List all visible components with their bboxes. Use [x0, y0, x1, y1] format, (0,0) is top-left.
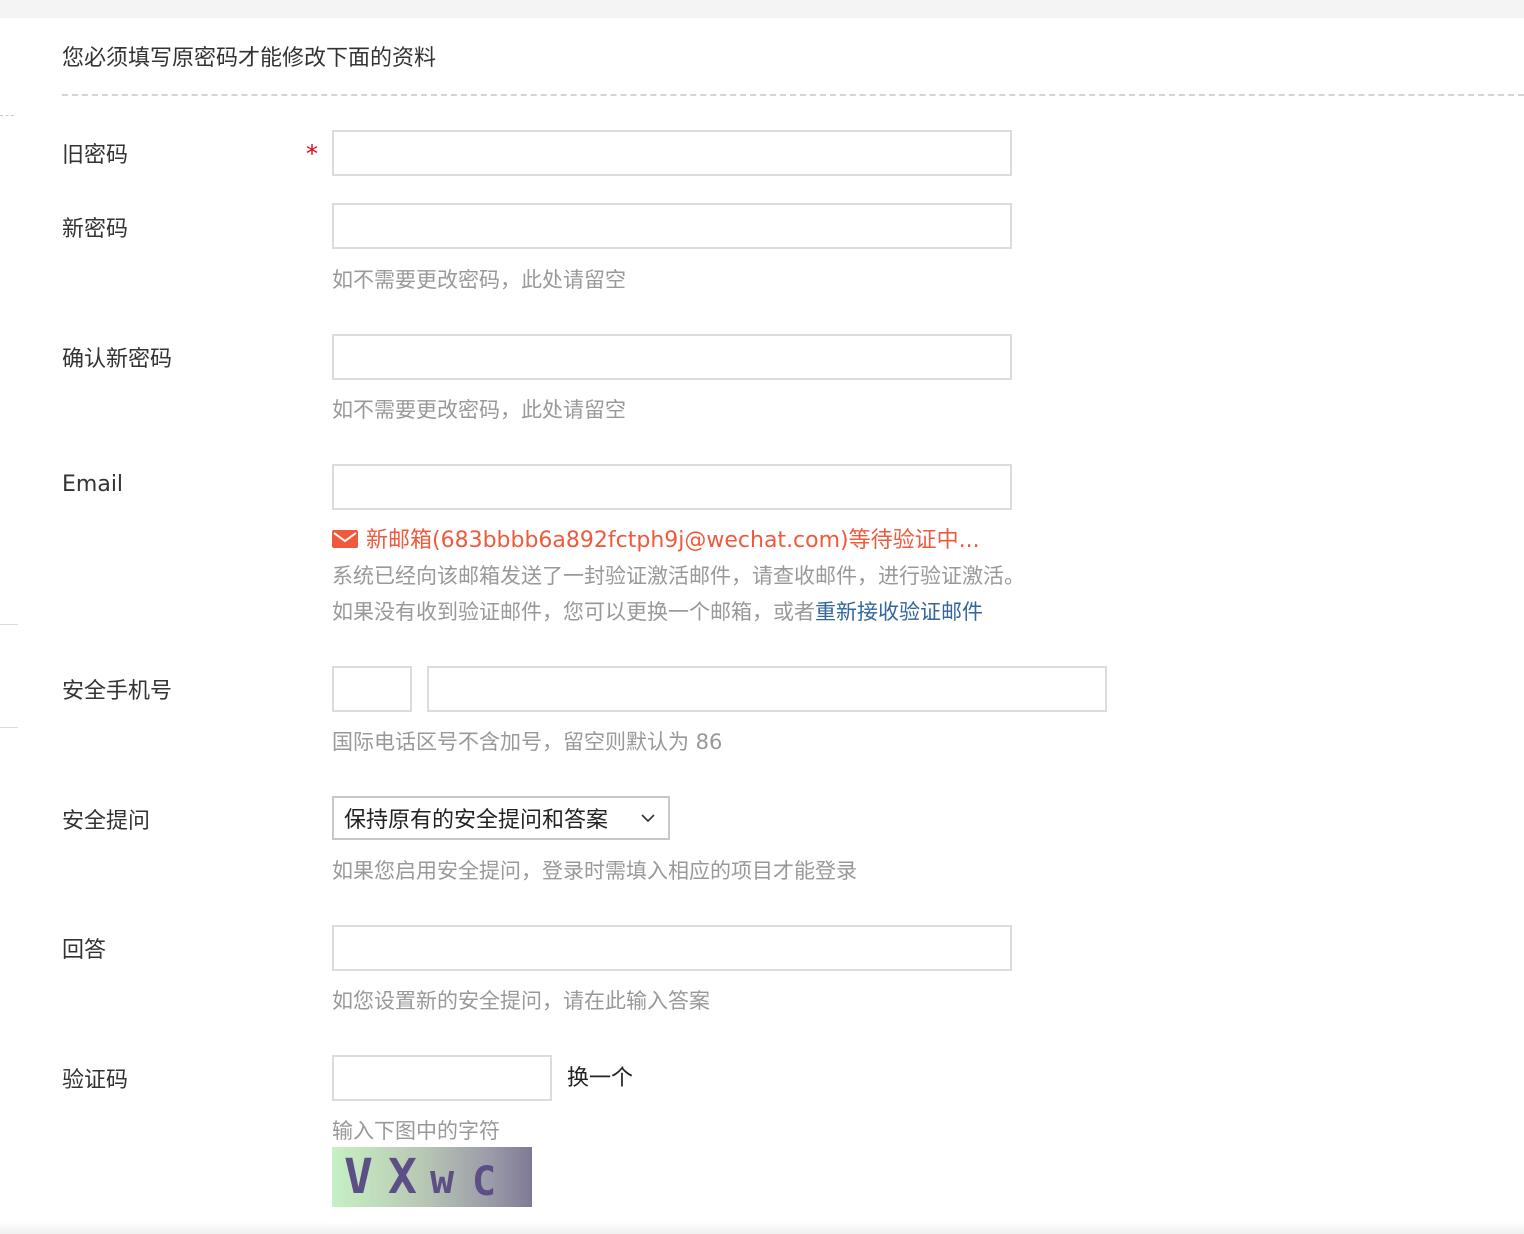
left-edge-tick	[0, 624, 18, 625]
captcha-image[interactable]: V X w C	[332, 1147, 532, 1207]
profile-form-panel	[0, 18, 1524, 1234]
left-edge-tick	[0, 727, 18, 728]
phone-label: 安全手机号	[62, 679, 173, 704]
new-password-input[interactable]	[332, 203, 1012, 249]
chevron-down-icon	[641, 814, 655, 823]
answer-hint: 如您设置新的安全提问，请在此输入答案	[332, 989, 710, 1013]
captcha-hint: 输入下图中的字符	[332, 1119, 500, 1143]
new-password-label: 新密码	[62, 217, 129, 242]
phone-number-input[interactable]	[427, 666, 1107, 712]
captcha-refresh-button[interactable]: 换一个	[567, 1060, 633, 1092]
old-password-input[interactable]	[332, 130, 1012, 176]
old-password-label: 旧密码	[62, 143, 129, 168]
captcha-label: 验证码	[62, 1068, 129, 1093]
email-field[interactable]	[332, 464, 1012, 510]
phone-country-code-input[interactable]	[332, 666, 412, 712]
email-label: Email	[62, 472, 124, 497]
security-question-selected: 保持原有的安全提问和答案	[344, 808, 609, 833]
answer-input[interactable]	[332, 925, 1012, 971]
confirm-password-label: 确认新密码	[62, 347, 173, 372]
page-bottom-edge	[0, 1222, 1524, 1234]
captcha-input[interactable]	[332, 1055, 552, 1101]
security-question-select[interactable]: 保持原有的安全提问和答案	[332, 796, 670, 840]
security-question-hint: 如果您启用安全提问，登录时需填入相应的项目才能登录	[332, 859, 857, 883]
answer-label: 回答	[62, 938, 107, 963]
left-edge-tick	[0, 115, 14, 116]
captcha-char: X	[388, 1149, 417, 1205]
email-sent-text: 系统已经向该邮箱发送了一封验证激活邮件，请查收邮件，进行验证激活。	[332, 564, 1025, 588]
new-password-hint: 如不需要更改密码，此处请留空	[332, 268, 626, 292]
security-question-label: 安全提问	[62, 809, 151, 834]
email-resend-line: 如果没有收到验证邮件，您可以更换一个邮箱，或者重新接收验证邮件	[332, 596, 983, 626]
mail-icon	[332, 529, 358, 548]
password-required-notice: 您必须填写原密码才能修改下面的资料	[62, 46, 437, 71]
captcha-char: w	[430, 1157, 455, 1203]
resend-verification-link[interactable]: 重新接收验证邮件	[815, 600, 983, 624]
captcha-char: C	[472, 1159, 497, 1205]
confirm-password-hint: 如不需要更改密码，此处请留空	[332, 398, 626, 422]
email-pending-notice: 新邮箱(683bbbb6a892fctph9j@wechat.com)等待验证中…	[332, 522, 980, 554]
phone-hint: 国际电话区号不含加号，留空则默认为 86	[332, 730, 723, 754]
email-pending-text: 新邮箱(683bbbb6a892fctph9j@wechat.com)等待验证中…	[366, 528, 980, 553]
email-resend-prefix: 如果没有收到验证邮件，您可以更换一个邮箱，或者	[332, 600, 815, 624]
captcha-char: V	[344, 1149, 373, 1205]
dashed-divider	[62, 94, 1524, 96]
required-mark: *	[306, 140, 318, 168]
confirm-password-input[interactable]	[332, 334, 1012, 380]
